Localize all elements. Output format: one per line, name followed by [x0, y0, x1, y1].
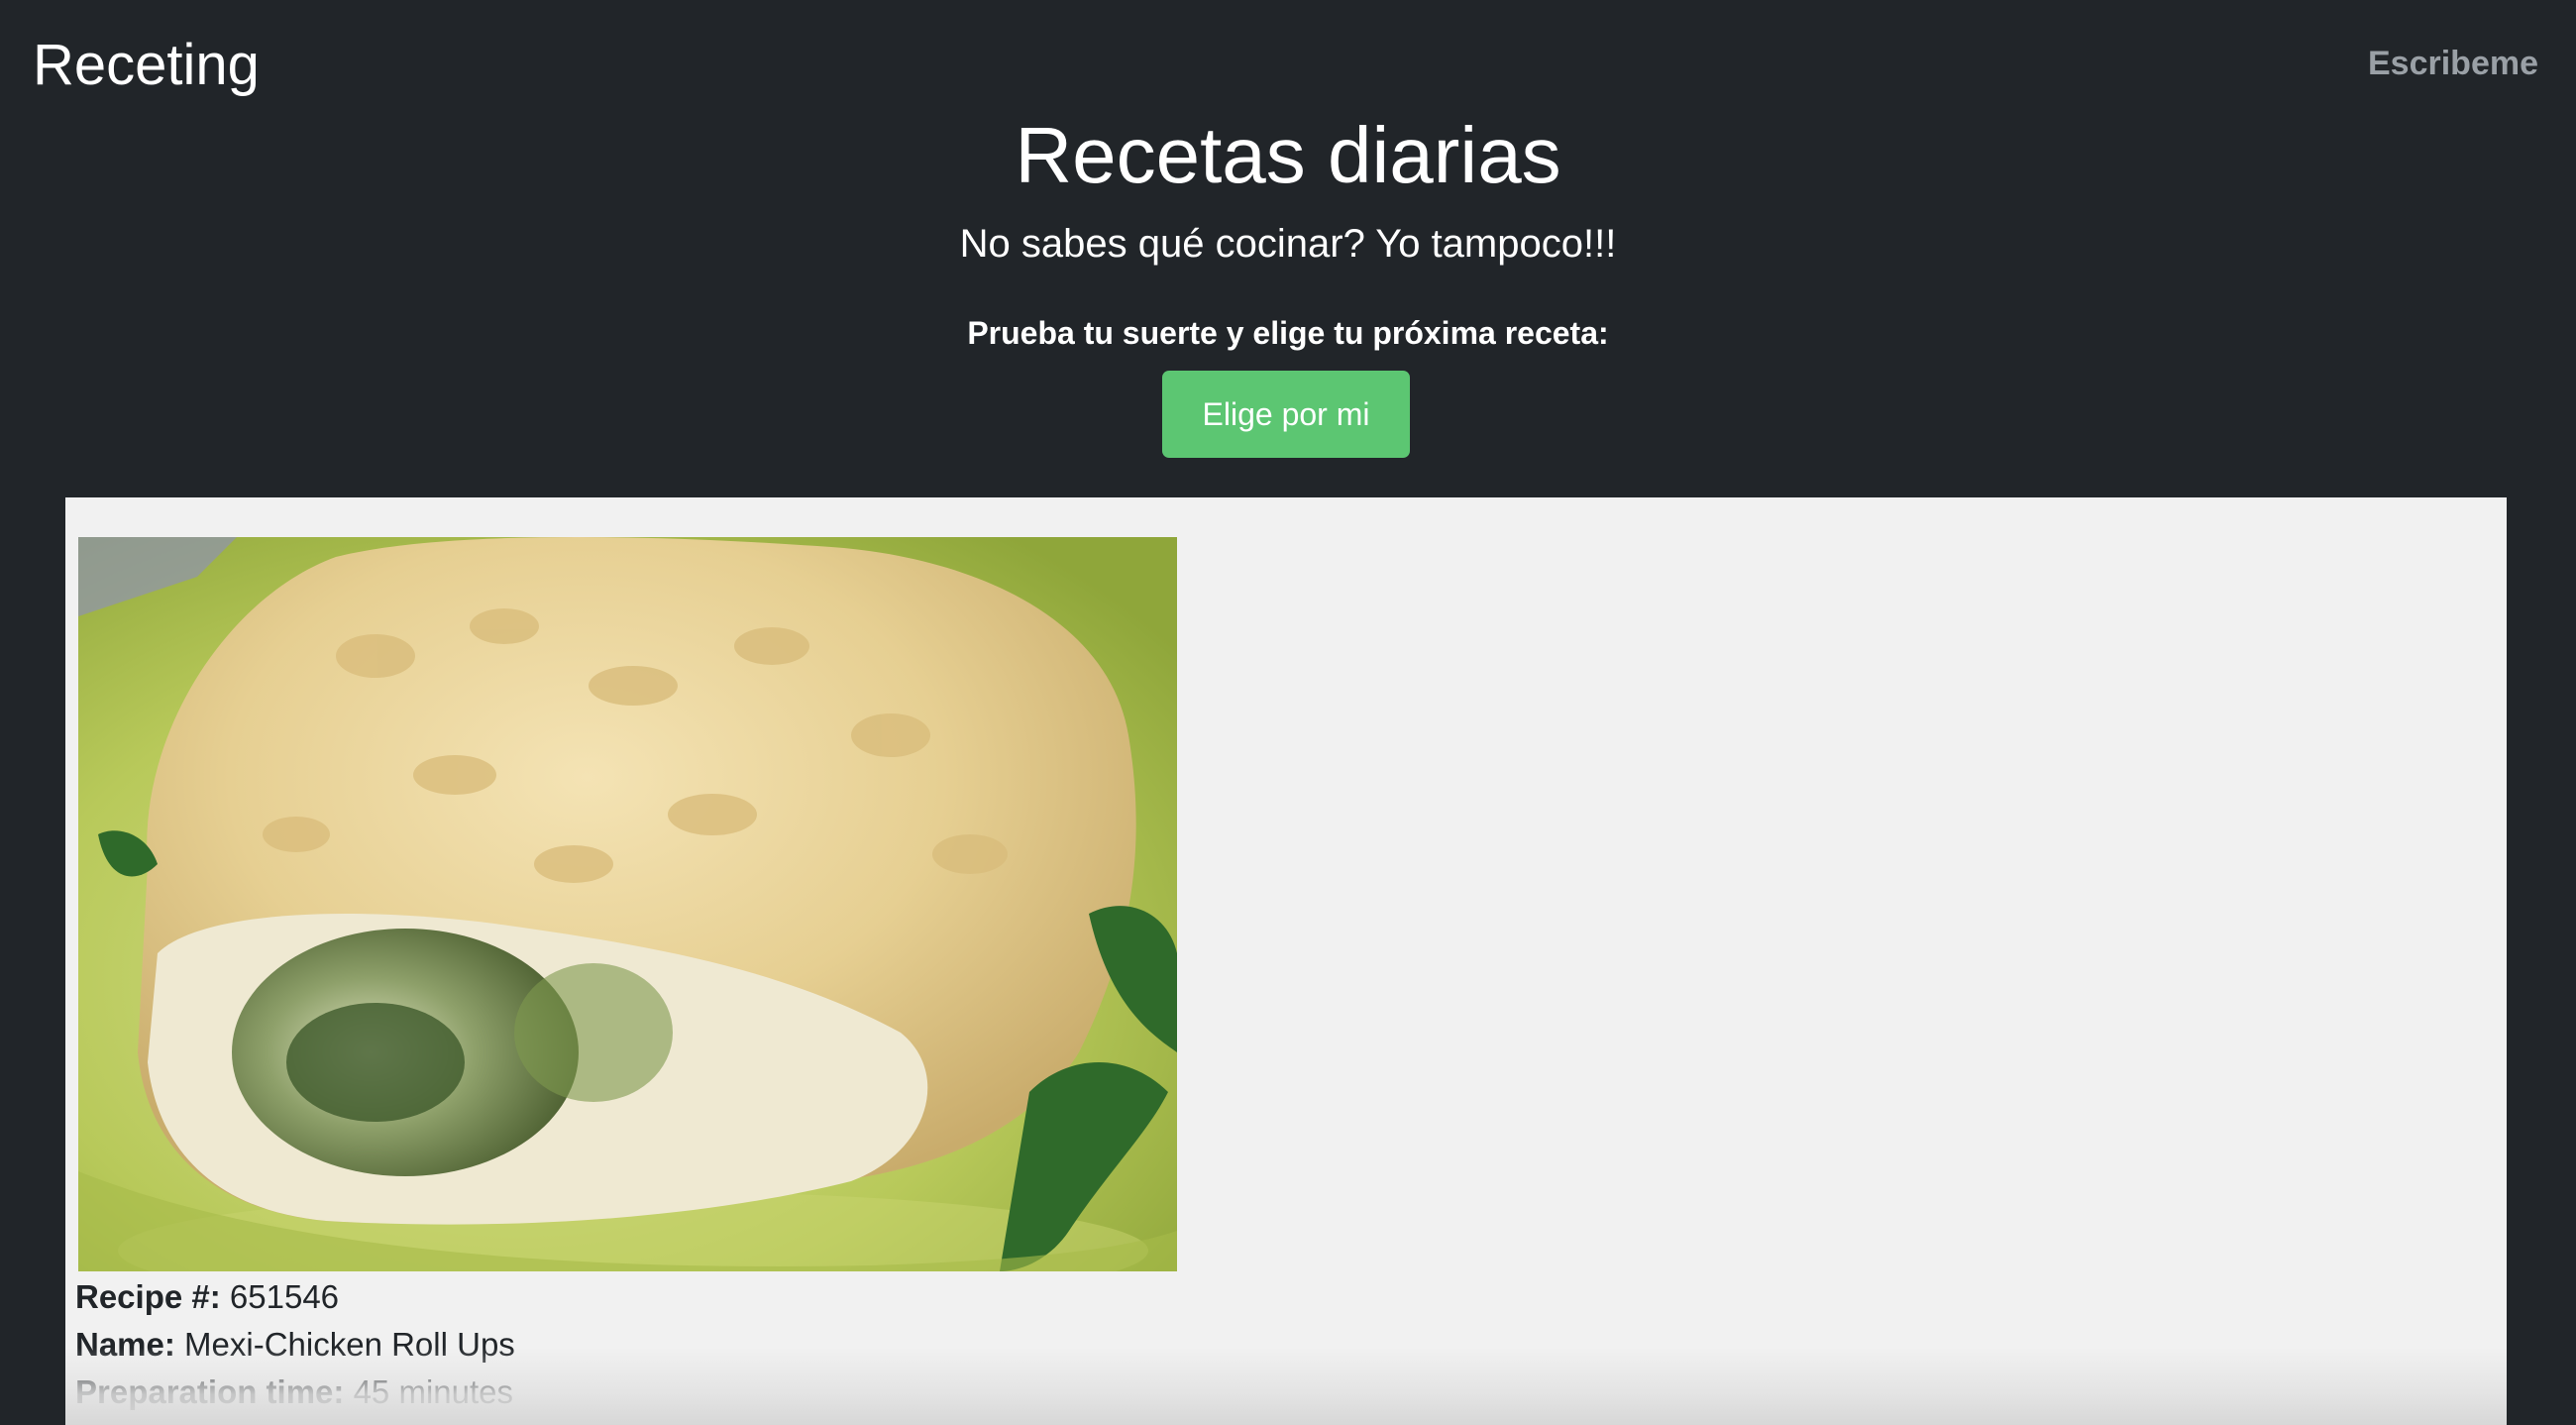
- recipe-card: Recipe #: 651546 Name: Mexi-Chicken Roll…: [65, 497, 2507, 1425]
- recipe-name-label: Name:: [75, 1326, 185, 1363]
- recipe-time-row: Preparation time: 45 minutes: [75, 1369, 515, 1416]
- recipe-image: [78, 537, 1177, 1271]
- recipe-time-label: Preparation time:: [75, 1373, 354, 1410]
- hero-prompt: Prueba tu suerte y elige tu próxima rece…: [967, 315, 1609, 351]
- recipe-details: Recipe #: 651546 Name: Mexi-Chicken Roll…: [75, 1273, 515, 1416]
- hero-subtitle: No sabes qué cocinar? Yo tampoco!!!: [959, 222, 1617, 266]
- recipe-id-value: 651546: [229, 1278, 340, 1315]
- navbar: Receting Escribeme: [0, 0, 2576, 109]
- recipe-id-label: Recipe #:: [75, 1278, 230, 1315]
- escribeme-link[interactable]: Escribeme: [2368, 42, 2538, 85]
- recipe-id-row: Recipe #: 651546: [75, 1273, 515, 1321]
- page-title: Recetas diarias: [1015, 111, 1561, 199]
- choose-for-me-button[interactable]: Elige por mi: [1162, 371, 1410, 458]
- recipe-time-value: 45 minutes: [353, 1373, 514, 1410]
- recipe-name-row: Name: Mexi-Chicken Roll Ups: [75, 1321, 515, 1369]
- recipe-name-value: Mexi-Chicken Roll Ups: [184, 1326, 515, 1363]
- brand-link[interactable]: Receting: [33, 30, 260, 101]
